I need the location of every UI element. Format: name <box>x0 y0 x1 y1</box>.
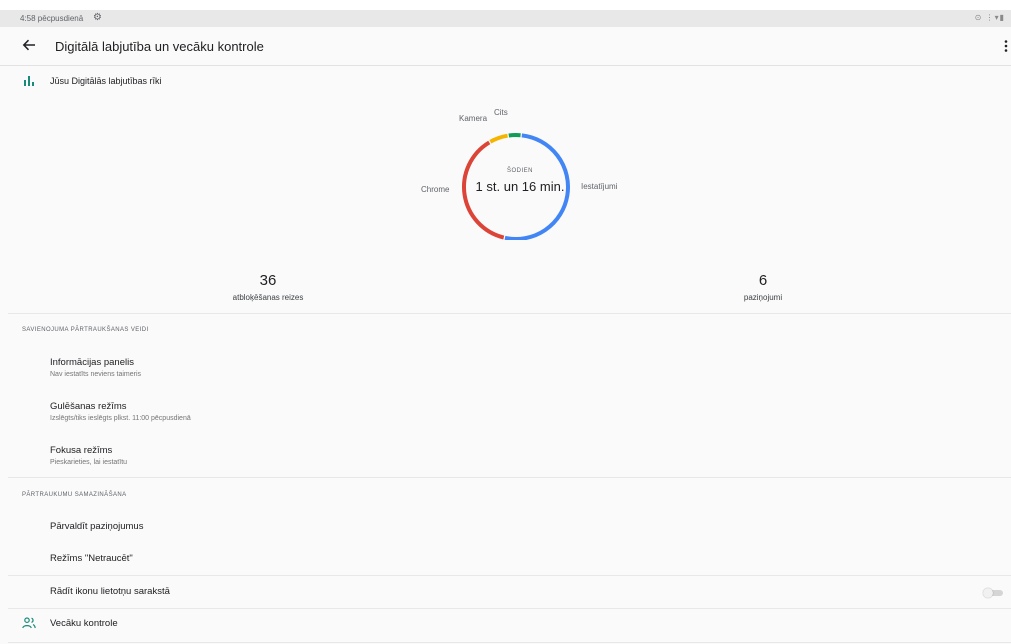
section-heading-disconnect: SAVIENOJUMA PĀRTRAUKŠANAS VEIDI <box>22 327 149 333</box>
parental-controls-title: Vecāku kontrole <box>50 618 118 629</box>
app-bar: Digitālā labjutība un vecāku kontrole <box>0 27 1011 66</box>
focus-mode-subtitle: Pieskarieties, lai iestatītu <box>50 459 128 466</box>
segment-label-camera: Kamera <box>459 114 488 123</box>
gear-icon: ⚙ <box>93 12 102 23</box>
notifications-label: paziņojumi <box>743 293 783 302</box>
status-icons: ⊙ ⋮▾▮ <box>974 13 1005 22</box>
parental-controls-item[interactable]: Vecāku kontrole <box>0 610 1011 638</box>
wellbeing-tools-label: Jūsu Digitālās labjutības rīki <box>50 76 162 86</box>
section-heading-interruptions: PĀRTRAUKUMU SAMAZINĀŠANA <box>22 492 127 498</box>
manage-notifications-item[interactable]: Pārvaldīt paziņojumus <box>0 514 1011 544</box>
bedtime-mode-item[interactable]: Gulēšanas režīms Izslēgts/tiks ieslēgts … <box>0 394 1011 430</box>
segment-camera <box>489 133 508 144</box>
segment-other <box>508 133 521 138</box>
do-not-disturb-item[interactable]: Režīms "Netraucēt" <box>0 546 1011 576</box>
toggle-thumb <box>983 588 993 598</box>
bedtime-mode-subtitle: Izslēgts/tiks ieslēgts plkst. 11:00 pēcp… <box>50 415 191 422</box>
divider <box>8 575 1011 576</box>
parental-controls-icon <box>22 617 36 629</box>
show-icon-title: Rādīt ikonu lietotņu sarakstā <box>50 586 170 597</box>
today-label: ŠODIEN <box>506 168 533 174</box>
unlocks-label: atbloķēšanas reizes <box>232 293 304 302</box>
manage-notifications-title: Pārvaldīt paziņojumus <box>50 521 144 532</box>
notifications-count[interactable]: 6 <box>703 272 823 289</box>
divider <box>8 313 1011 314</box>
divider <box>8 608 1011 609</box>
do-not-disturb-title: Režīms "Netraucēt" <box>50 553 133 564</box>
unlocks-count[interactable]: 36 <box>208 272 328 289</box>
usage-donut[interactable]: Iestatījumi Chrome Kamera Cits ŠODIEN 1 … <box>400 100 640 240</box>
bar-chart-icon <box>24 76 34 86</box>
bedtime-mode-title: Gulēšanas režīms <box>50 401 127 412</box>
divider <box>8 477 1011 478</box>
dashboard-item[interactable]: Informācijas panelis Nav iestatīts nevie… <box>0 350 1011 386</box>
status-bar: 4:58 pēcpusdienā ⚙ ⊙ ⋮▾▮ <box>0 10 1011 27</box>
screen: 4:58 pēcpusdienā ⚙ ⊙ ⋮▾▮ Digitālā labjut… <box>0 10 1011 644</box>
dashboard-title: Informācijas panelis <box>50 357 134 368</box>
segment-label-other: Cits <box>494 108 508 117</box>
show-icon-item[interactable]: Rādīt ikonu lietotņu sarakstā <box>0 578 1011 606</box>
focus-mode-title: Fokusa režīms <box>50 445 113 456</box>
back-arrow-icon[interactable] <box>22 38 36 52</box>
status-time: 4:58 pēcpusdienā <box>20 14 84 23</box>
page-title: Digitālā labjutība un vecāku kontrole <box>55 39 264 54</box>
show-icon-toggle[interactable] <box>983 588 1003 598</box>
wellbeing-tools-row[interactable]: Jūsu Digitālās labjutības rīki <box>0 72 1011 92</box>
total-screen-time: 1 st. un 16 min. <box>475 179 565 194</box>
focus-mode-item[interactable]: Fokusa režīms Pieskarieties, lai iestatī… <box>0 438 1011 474</box>
dashboard-subtitle: Nav iestatīts neviens taimeris <box>50 371 142 378</box>
more-options-icon[interactable] <box>1003 39 1009 53</box>
divider <box>8 642 1011 643</box>
